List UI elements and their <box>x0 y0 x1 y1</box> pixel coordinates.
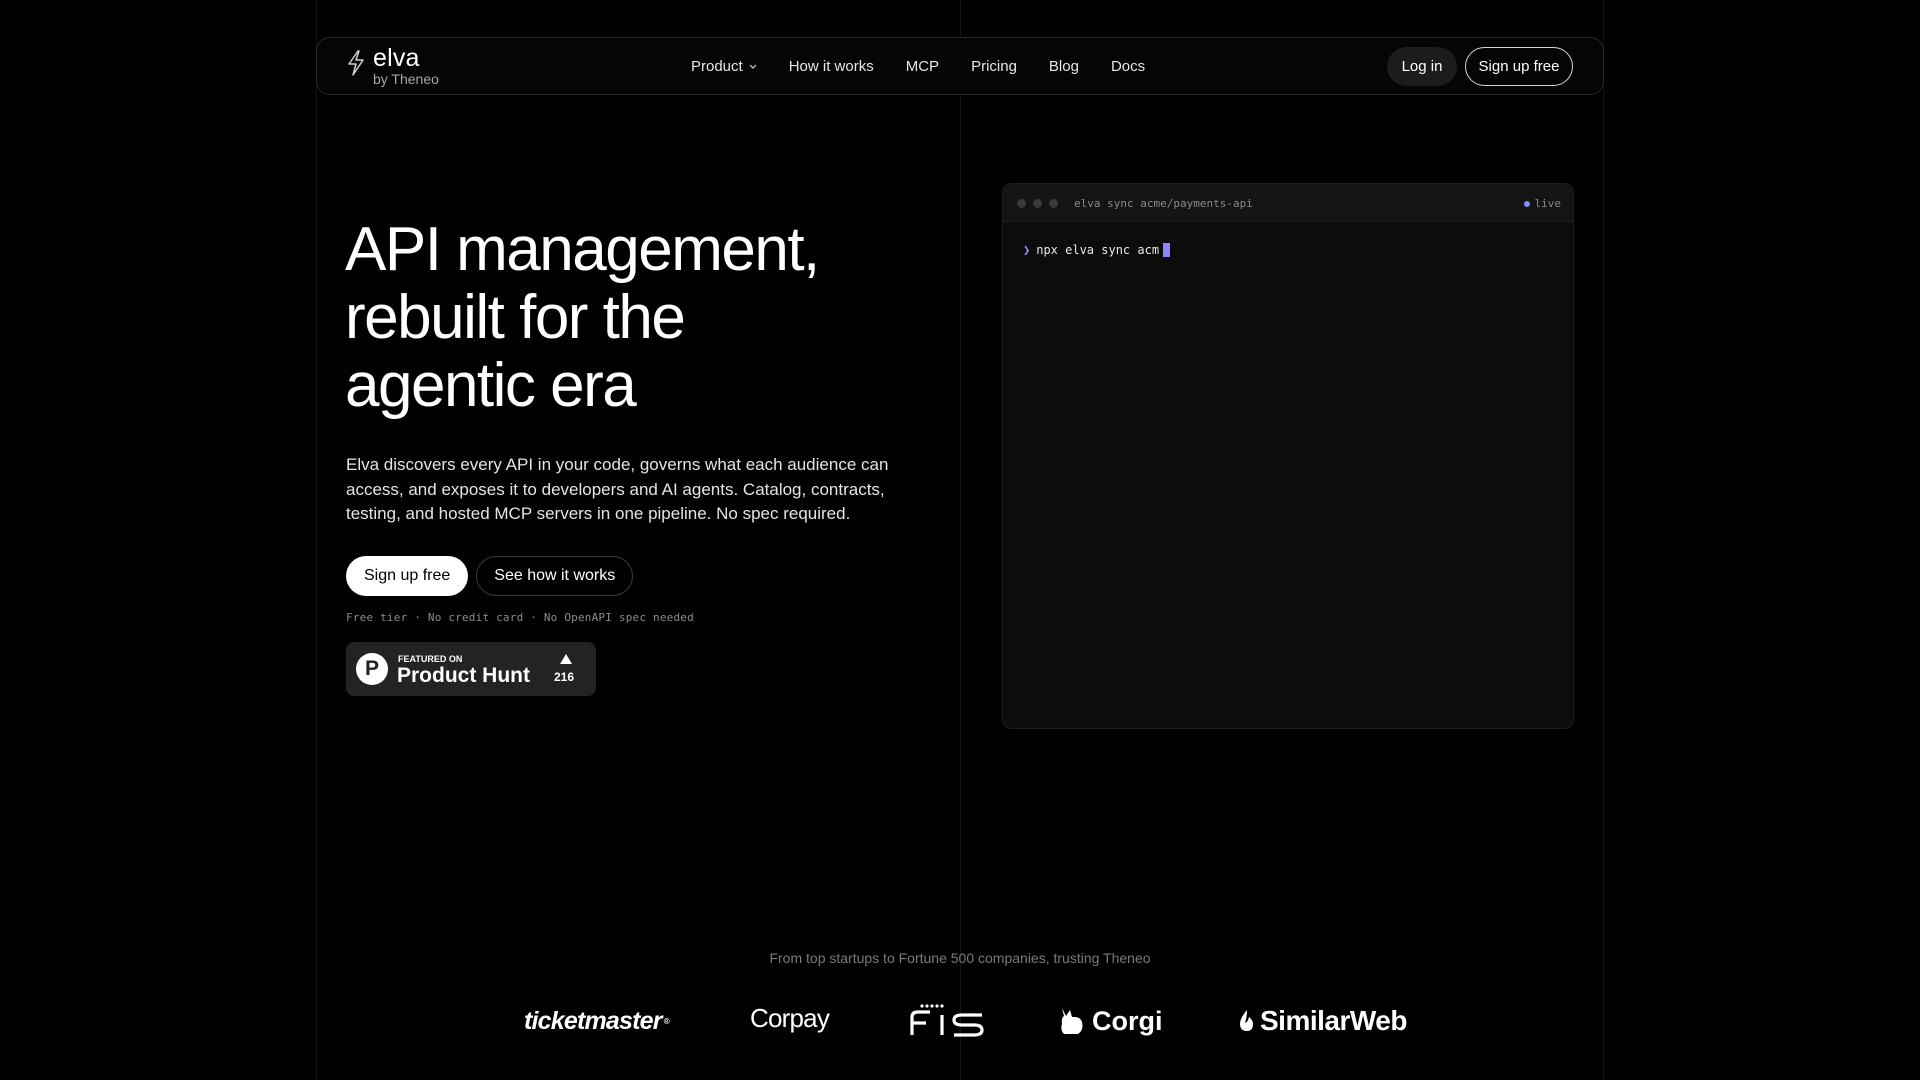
signup-free-button[interactable]: Sign up free <box>346 556 469 596</box>
customer-logos: ticketmaster ® Corpay Corgi SimilarWeb <box>0 1000 1920 1042</box>
nav-link-how-it-works[interactable]: How it works <box>789 58 874 75</box>
bolt-icon <box>348 50 364 76</box>
logo-name: elva <box>373 44 420 72</box>
terminal-title: elva sync acme/payments-api <box>1074 197 1253 210</box>
nav-link-blog[interactable]: Blog <box>1049 58 1079 75</box>
upvote-arrow-icon <box>560 654 572 664</box>
hero-description: Elva discovers every API in your code, g… <box>346 455 889 523</box>
hero-title: API management, rebuilt for the agentic … <box>345 216 865 420</box>
nav-link-product[interactable]: Product <box>691 58 757 75</box>
hero-title-line-3: agentic era <box>345 351 637 420</box>
fine-print: Free tier · No credit card · No OpenAPI … <box>346 611 694 624</box>
nav-links: Product How it works MCP Pricing Blog Do… <box>691 38 1145 94</box>
window-dot-icon <box>1017 199 1026 208</box>
product-hunt-featured-label: FEATURED ON <box>398 654 463 664</box>
window-dot-icon <box>1033 199 1042 208</box>
see-how-it-works-button[interactable]: See how it works <box>476 556 634 596</box>
signup-button-nav[interactable]: Sign up free <box>1465 47 1573 86</box>
ticketmaster-logo: ticketmaster ® <box>524 1006 670 1035</box>
product-hunt-icon: P <box>356 653 388 685</box>
product-hunt-badge[interactable]: P FEATURED ON Product Hunt 216 <box>346 642 596 696</box>
grid-guide-left <box>316 0 317 1080</box>
cta-row: Sign up free See how it works <box>346 556 634 596</box>
corpay-logo: Corpay <box>750 997 830 1039</box>
logo-subtitle: by Theneo <box>373 71 439 87</box>
terminal-titlebar: elva sync acme/payments-api live <box>1003 184 1573 222</box>
ticketmaster-wordmark: ticketmaster <box>524 1006 663 1035</box>
prompt-chevron-icon: ❯ <box>1023 243 1031 257</box>
login-button[interactable]: Log in <box>1387 47 1457 86</box>
nav-link-mcp[interactable]: MCP <box>906 58 939 75</box>
window-dot-icon <box>1049 199 1058 208</box>
corgi-wordmark: Corgi <box>1092 1005 1163 1036</box>
similarweb-drop-icon <box>1240 1010 1253 1031</box>
corgi-logo: Corgi <box>1058 1000 1163 1042</box>
logo-wordmark: elva by Theneo <box>373 44 439 88</box>
corpay-wordmark: Corpay <box>750 1002 830 1033</box>
chevron-down-icon <box>749 64 757 69</box>
nav-link-pricing[interactable]: Pricing <box>971 58 1017 75</box>
grid-guide-middle <box>960 0 961 1080</box>
product-hunt-votes: 216 <box>554 670 575 684</box>
trust-text: From top startups to Fortune 500 compani… <box>769 950 1151 966</box>
fis-logo <box>910 1000 992 1042</box>
similarweb-logo: SimilarWeb <box>1238 1000 1407 1042</box>
corgi-dog-icon <box>1061 1008 1083 1034</box>
fis-wordmark-icon <box>910 1004 984 1037</box>
grid-guide-right <box>1603 0 1604 1080</box>
product-hunt-name: Product Hunt <box>397 664 530 687</box>
live-status: live <box>1523 197 1562 210</box>
hero-title-line-2: rebuilt for the <box>345 283 686 352</box>
live-label: live <box>1534 197 1562 210</box>
terminal-window: elva sync acme/payments-api live ❯ npx e… <box>1002 183 1574 729</box>
live-dot-icon <box>1523 200 1530 207</box>
top-navbar: elva by Theneo Product How it works MCP … <box>316 37 1604 95</box>
elva-logo[interactable]: elva by Theneo <box>345 46 439 87</box>
terminal-cursor <box>1163 243 1171 257</box>
nav-link-docs[interactable]: Docs <box>1111 58 1145 75</box>
nav-link-product-label: Product <box>691 57 743 75</box>
similarweb-wordmark: SimilarWeb <box>1260 1005 1407 1036</box>
terminal-command-line: ❯ npx elva sync acm <box>1023 243 1171 257</box>
terminal-command: npx elva sync acm <box>1036 243 1160 257</box>
hero-title-line-1: API management, <box>345 215 820 284</box>
